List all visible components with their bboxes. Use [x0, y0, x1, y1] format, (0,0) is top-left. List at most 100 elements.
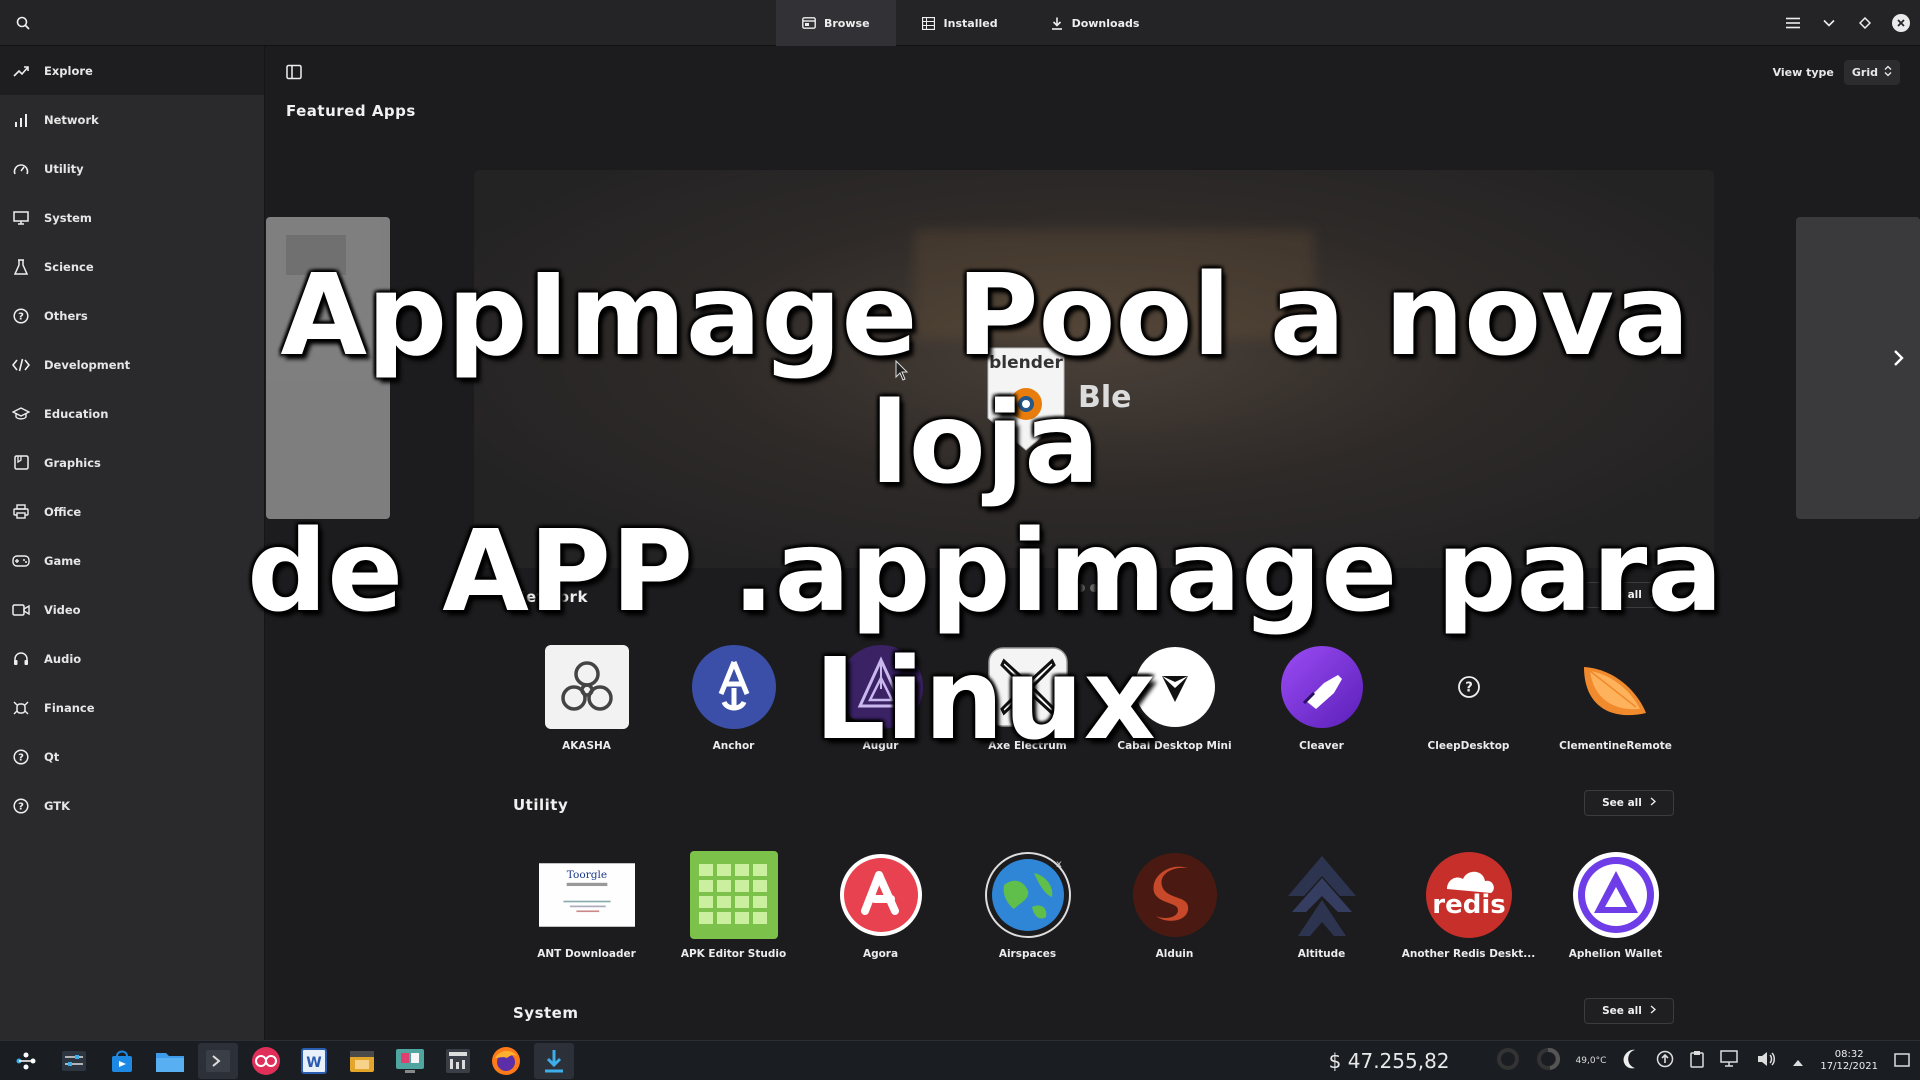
app-launcher-icon[interactable]	[6, 1043, 46, 1079]
question-icon: ?	[12, 748, 30, 766]
network-display-icon[interactable]	[1720, 1050, 1740, 1072]
apk-editor-icon	[686, 850, 782, 940]
sidebar-item-system[interactable]: System	[0, 193, 264, 242]
close-button[interactable]	[1890, 12, 1912, 34]
view-type-control: View type Grid	[1773, 60, 1900, 85]
temperature-readout: 49,0°C	[1575, 1056, 1607, 1066]
terminal-icon[interactable]	[198, 1042, 238, 1079]
section-title-system: System	[513, 1004, 579, 1022]
minimize-icon[interactable]	[1818, 12, 1840, 34]
app-card-agora[interactable]: Agora	[807, 850, 954, 960]
chevron-right-icon[interactable]	[1888, 348, 1908, 368]
show-desktop-icon[interactable]	[1894, 1052, 1910, 1071]
bug-icon	[12, 699, 30, 717]
headline-line: Linux	[814, 635, 1156, 765]
sidebar-item-label: Others	[44, 308, 88, 323]
sidebar-item-label: Office	[44, 504, 82, 519]
store-bag-icon[interactable]	[102, 1043, 142, 1079]
maximize-icon[interactable]	[1854, 12, 1876, 34]
screenshot-tool-icon[interactable]	[390, 1043, 430, 1079]
app-card-apk-editor-studio[interactable]: APK Editor Studio	[660, 850, 807, 960]
code-icon	[12, 356, 30, 374]
media-player-icon[interactable]	[246, 1043, 286, 1079]
sidebar-item-network[interactable]: Network	[0, 95, 264, 144]
tab-label: Downloads	[1071, 16, 1140, 30]
printer-icon	[12, 503, 30, 521]
app-card-airspaces[interactable]: x Airspaces	[954, 850, 1101, 960]
ant-downloader-icon: Toorgle	[538, 850, 635, 940]
update-icon[interactable]	[1656, 1050, 1674, 1072]
see-all-utility-button[interactable]: See all	[1584, 790, 1674, 816]
menu-icon[interactable]	[1782, 12, 1804, 34]
app-name: Aphelion Wallet	[1568, 948, 1663, 960]
close-icon	[1892, 14, 1910, 32]
question-icon: ?	[12, 797, 30, 815]
bar-chart-icon	[12, 111, 30, 129]
svg-text:?: ?	[18, 752, 24, 763]
text-editor-icon[interactable]: W	[294, 1043, 334, 1079]
tab-downloads[interactable]: Downloads	[1024, 0, 1166, 46]
app-name: Altitude	[1297, 948, 1346, 960]
clock-date: 17/12/2021	[1820, 1061, 1878, 1072]
moon-icon[interactable]	[1622, 1048, 1640, 1074]
sidebar-item-gtk[interactable]: ? GTK	[0, 781, 264, 830]
tab-installed[interactable]: Installed	[896, 0, 1024, 46]
airspaces-icon: x	[980, 850, 1076, 940]
tab-browse[interactable]: Browse	[776, 0, 896, 46]
sidebar-item-label: Game	[44, 553, 81, 568]
browse-icon	[802, 16, 816, 30]
see-all-label: See all	[1602, 1005, 1642, 1017]
sidebar-item-label: Finance	[44, 700, 95, 715]
altitude-icon	[1274, 850, 1370, 940]
clock-time: 08:32	[1834, 1049, 1864, 1060]
tab-label: Browse	[824, 16, 870, 30]
app-card-ant-downloader[interactable]: Toorgle ANT Downloader	[513, 850, 660, 960]
sidebar-item-explore[interactable]: Explore	[0, 46, 264, 95]
view-type-select[interactable]: Grid	[1843, 60, 1900, 85]
see-all-system-button[interactable]: See all	[1584, 998, 1674, 1024]
sidebar-item-label: Network	[44, 112, 99, 127]
updown-icon	[1884, 65, 1892, 80]
sidebar-item-utility[interactable]: Utility	[0, 144, 264, 193]
tray-expand-icon[interactable]	[1792, 1052, 1804, 1071]
headline-line: AppImage Pool a nova loja	[280, 251, 1690, 509]
crypto-price-widget[interactable]: $ 47.255,82	[1329, 1049, 1450, 1073]
chevron-right-icon	[1650, 797, 1656, 809]
window-controls	[1782, 0, 1920, 46]
featured-apps-title: Featured Apps	[286, 102, 416, 120]
redis-icon: redis	[1421, 850, 1517, 940]
folder-icon[interactable]	[150, 1043, 190, 1079]
redis-text: redis	[1432, 890, 1505, 920]
app-name: Alduin	[1155, 948, 1194, 960]
sidebar-toggle-icon[interactable]	[286, 64, 304, 82]
sidebar-item-label: Graphics	[44, 455, 101, 470]
firefox-icon[interactable]	[486, 1043, 526, 1079]
archive-icon[interactable]	[342, 1043, 382, 1079]
sidebar-item-label: Audio	[44, 651, 82, 666]
svg-text:?: ?	[18, 311, 24, 322]
cpu-ring-icon	[1496, 1047, 1520, 1075]
volume-icon[interactable]	[1756, 1050, 1776, 1072]
app-name: APK Editor Studio	[680, 948, 787, 960]
trending-icon	[12, 62, 30, 80]
app-card-alduin[interactable]: Alduin	[1101, 850, 1248, 960]
sidebar-item-label: System	[44, 210, 92, 225]
app-name: ANT Downloader	[537, 948, 636, 960]
download-icon	[1050, 16, 1064, 30]
headphones-icon	[12, 650, 30, 668]
monitor-icon	[12, 209, 30, 227]
question-icon: ?	[12, 307, 30, 325]
settings-sliders-icon[interactable]	[54, 1043, 94, 1079]
app-card-another-redis-desktop[interactable]: redis Another Redis Deskt...	[1395, 850, 1542, 960]
app-card-aphelion-wallet[interactable]: Aphelion Wallet	[1542, 850, 1689, 960]
appimage-pool-taskbar-icon[interactable]	[534, 1042, 574, 1079]
gamepad-icon	[12, 552, 30, 570]
flask-icon	[12, 258, 30, 276]
system-monitor-icon[interactable]	[438, 1043, 478, 1079]
app-card-altitude[interactable]: Altitude	[1248, 850, 1395, 960]
svg-text:x: x	[1056, 859, 1062, 870]
grid-icon	[922, 16, 936, 30]
clipboard-icon[interactable]	[1690, 1050, 1705, 1072]
clock[interactable]: 08:32 17/12/2021	[1820, 1049, 1878, 1073]
search-icon[interactable]	[12, 12, 34, 34]
